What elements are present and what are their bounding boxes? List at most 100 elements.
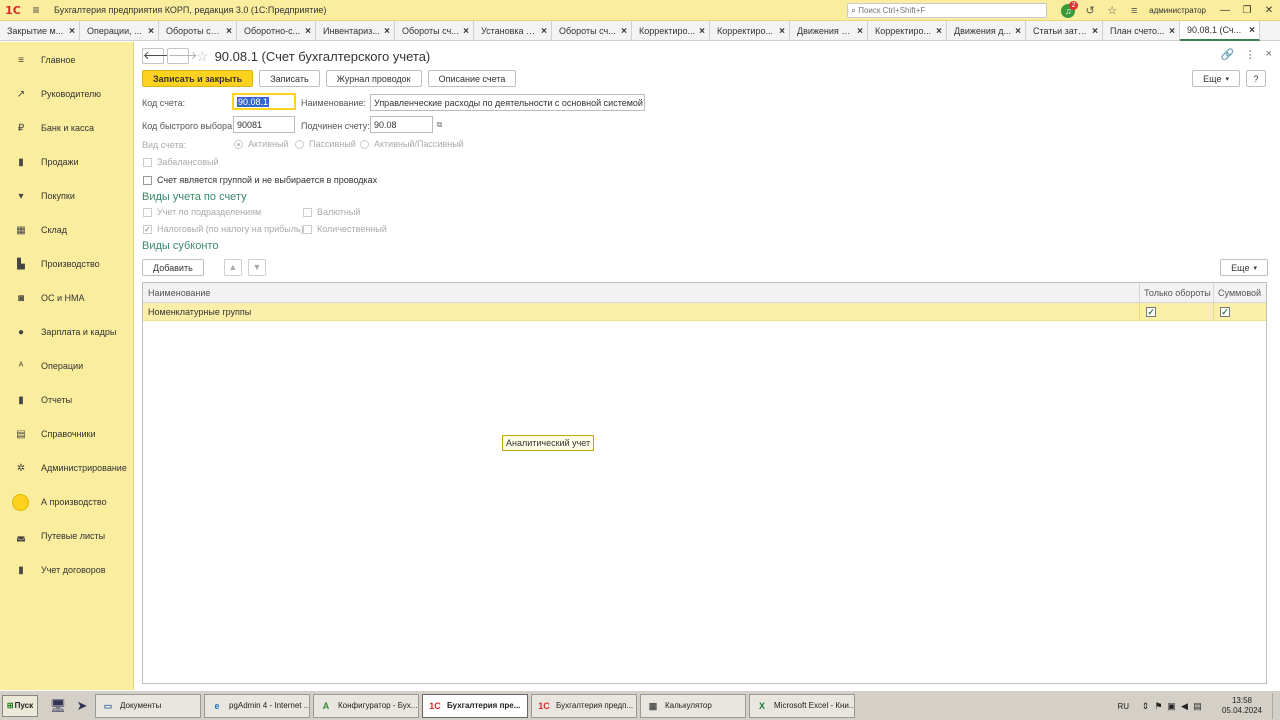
close-tab-icon[interactable]: × [1092,26,1098,37]
account-description-button[interactable]: Описание счета [427,70,517,87]
journal-button[interactable]: Журнал проводок [325,70,422,87]
main-menu-icon[interactable]: ≡ [26,3,46,17]
tab-item[interactable]: Движения д... × [790,21,868,41]
close-tab-icon[interactable]: × [226,26,232,37]
sidebar-item-purchases[interactable]: ▾ Покупки [0,179,133,213]
show-desktop-button[interactable] [1272,693,1280,719]
close-tab-icon[interactable]: × [148,26,154,37]
close-tab-icon[interactable]: × [621,26,627,37]
sidebar-item-waybills[interactable]: ◛ Путевые листы [0,519,133,553]
sidebar-item-admin[interactable]: ✲ Администрирование [0,451,133,485]
history-icon[interactable]: ↺ [1079,4,1101,17]
sidebar-item-warehouse[interactable]: ▦ Склад [0,213,133,247]
quantity-checkbox[interactable]: Количественный [303,224,387,234]
close-tab-icon[interactable]: × [1169,26,1175,37]
language-indicator[interactable]: RU [1117,702,1129,711]
help-button[interactable]: ? [1246,70,1266,87]
link-icon[interactable]: 🔗 [1221,48,1235,61]
type-active-passive-radio[interactable]: Активный/Пассивный [360,139,464,149]
user-icon[interactable]: ≡ [1123,5,1145,17]
more-vert-icon[interactable]: ⋮ [1245,48,1256,61]
quick-code-input[interactable]: 90081 [233,116,295,133]
sidebar-item-contracts[interactable]: ▮ Учет договоров [0,553,133,587]
minimize-icon[interactable]: — [1214,5,1236,16]
close-window-icon[interactable]: ✕ [1258,5,1280,16]
sidebar-item-fixed-assets[interactable]: ◙ ОС и НМА [0,281,133,315]
restore-icon[interactable]: ❐ [1236,5,1258,16]
type-active-radio[interactable]: Активный [234,139,288,149]
task-configurator[interactable]: A Конфигуратор - Бух... [313,693,419,718]
sidebar-item-salary[interactable]: ● Зарплата и кадры [0,315,133,349]
checkmark-icon[interactable]: ✓ [1220,306,1231,317]
tab-item[interactable]: Установка з... × [474,21,552,41]
more-button[interactable]: Еще ▾ [1192,70,1240,87]
tab-item[interactable]: Оборотно-с... × [237,21,316,41]
close-tab-icon[interactable]: × [541,26,547,37]
currency-checkbox[interactable]: Валютный [303,207,360,217]
sidebar-item-catalogs[interactable]: ▤ Справочники [0,417,133,451]
type-passive-radio[interactable]: Пассивный [295,139,356,149]
sidebar-item-operations[interactable]: ᴬ Операции [0,349,133,383]
sidebar-item-main[interactable]: ≡ Главное [0,43,133,77]
open-link-icon[interactable]: ⧉ [433,118,446,131]
tab-item[interactable]: Движения д... × [947,21,1026,41]
close-tab-icon[interactable]: × [69,26,75,37]
add-button[interactable]: Добавить [142,259,204,276]
network-icon[interactable]: ▣ [1165,701,1178,712]
quick-launch-computer-icon[interactable]: 🖥 [48,696,68,716]
column-header-sum[interactable]: Суммовой [1214,283,1266,302]
close-tab-icon[interactable]: × [463,26,469,37]
checkmark-icon[interactable]: ✓ [1146,306,1157,317]
sidebar-item-bank[interactable]: ₽ Банк и касса [0,111,133,145]
tab-item[interactable]: Обороты сч... × [395,21,474,41]
quick-launch-app-icon[interactable]: ➤ [72,696,92,716]
save-button[interactable]: Записать [259,70,320,87]
volume-icon[interactable]: ◀ [1178,701,1191,712]
task-pgadmin[interactable]: e pgAdmin 4 - Internet ... [204,693,310,718]
tab-item[interactable]: Обороты сч... × [159,21,237,41]
favorites-icon[interactable]: ☆ [1101,4,1123,17]
search-input[interactable] [858,6,1039,15]
is-group-checkbox[interactable]: Счет является группой и не выбирается в … [143,175,377,185]
close-tab-icon[interactable]: × [699,26,705,37]
close-form-icon[interactable]: × [1266,48,1272,61]
close-tab-icon[interactable]: × [857,26,863,37]
cell-name[interactable]: Номенклатурные группы [143,303,1141,320]
tab-item[interactable]: Обороты сч... × [552,21,632,41]
sidebar-item-reports[interactable]: ▮ Отчеты [0,383,133,417]
tab-item[interactable]: Операции, ... × [80,21,159,41]
tab-item[interactable]: Корректиро... × [710,21,790,41]
current-user[interactable]: администратор [1149,6,1206,15]
tab-item[interactable]: Корректиро... × [632,21,710,41]
sidebar-item-a-production[interactable]: А производство [0,485,133,519]
back-button[interactable]: 🡐 [142,48,173,64]
sidebar-item-sales[interactable]: ▮ Продажи [0,145,133,179]
start-button[interactable]: ⊞ Пуск [2,694,38,717]
close-tab-icon[interactable]: × [1015,26,1021,37]
task-accounting-active[interactable]: 1С Бухгалтерия пре... [422,693,528,718]
flag-icon[interactable]: ⚑ [1152,701,1165,712]
task-calculator[interactable]: ▦ Калькулятор [640,693,746,718]
tray-app-icon[interactable]: ▤ [1191,701,1204,712]
move-up-icon[interactable]: ▲ [223,259,242,276]
clock[interactable]: 13:58 05.04.2024 [1212,696,1272,716]
favorite-star-icon[interactable]: ☆ [196,48,209,65]
global-search[interactable]: ⌕ [847,3,1048,18]
subdivision-accounting-checkbox[interactable]: Учет по подразделениям [143,207,261,217]
close-tab-icon[interactable]: × [779,26,785,37]
close-tab-icon[interactable]: × [1249,25,1255,36]
subconto-more-button[interactable]: Еще ▾ [1220,259,1268,276]
tab-item[interactable]: Инвентариз... × [316,21,395,41]
close-tab-icon[interactable]: × [305,26,311,37]
parent-account-input[interactable]: 90.08 [370,116,433,133]
forward-button[interactable]: 🡒 [167,48,198,64]
offbalance-checkbox[interactable]: Забалансовый [143,157,219,167]
sidebar-item-production[interactable]: ▙ Производство [0,247,133,281]
tab-item-active[interactable]: 90.08.1 (Сч... × [1180,21,1260,41]
sidebar-item-director[interactable]: ↗ Руководителю [0,77,133,111]
notifications-button[interactable]: ♫ 2 [1057,0,1079,18]
cell-sum[interactable]: ✓ [1214,303,1266,320]
tax-accounting-checkbox[interactable]: ✓ Налоговый (по налогу на прибыль) [143,224,304,234]
move-down-icon[interactable]: ▼ [247,259,266,276]
save-and-close-button[interactable]: Записать и закрыть [142,70,254,87]
